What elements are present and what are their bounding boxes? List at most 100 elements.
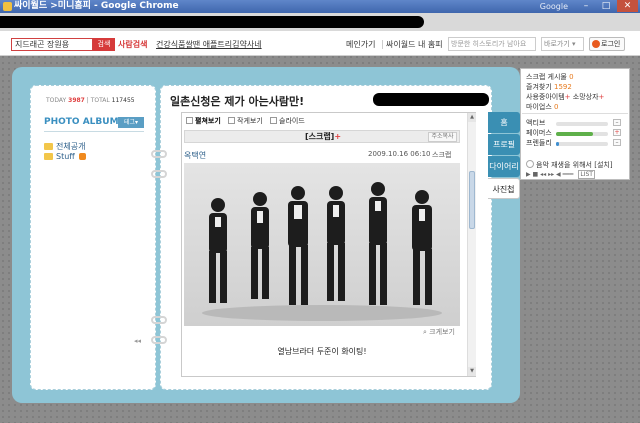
folder-icon <box>44 143 53 150</box>
zoom-label: 크게보기 <box>429 328 455 336</box>
music-notice: 음악 재생을 위해서 [설치] <box>526 160 613 170</box>
new-badge-icon <box>78 153 86 160</box>
scroll-up-icon[interactable]: ▲ <box>468 113 476 122</box>
binder-ring <box>151 170 167 178</box>
copy-address-button[interactable]: 주소복사 <box>428 132 457 142</box>
login-icon <box>592 40 600 48</box>
zoom-link[interactable]: ⌕ 크게보기 <box>423 327 455 337</box>
mypeople-stat[interactable]: 마이업스 0 <box>526 102 558 112</box>
maximize-button[interactable]: □ <box>596 0 616 12</box>
my-homepage-link[interactable]: 싸이월드 내 홈피 <box>386 38 443 51</box>
visit-counter: TODAY 3987 | TOTAL 117455 <box>46 97 135 104</box>
music-label: 음악 재생을 위해서 <box>536 161 592 169</box>
music-icon <box>526 160 534 168</box>
cyworld-icon <box>3 2 12 11</box>
folder-stuff[interactable]: Stuff <box>44 152 86 161</box>
view-mode-tabs: 펼쳐보기 작게보기 슬라이드 <box>186 116 310 126</box>
post-author[interactable]: 옥택연 <box>184 150 206 161</box>
stat-count: 0 <box>569 73 574 81</box>
search-button[interactable]: 검색 <box>93 38 115 51</box>
tab-label: 슬라이드 <box>279 117 305 125</box>
mood-bar-active <box>556 122 608 126</box>
tab-diary[interactable]: 다이어리 <box>488 156 520 177</box>
stat-count: 0 <box>554 103 559 111</box>
stat-label: 스크랩 게시물 <box>526 73 567 81</box>
mood-bar-friendly <box>556 142 608 146</box>
main-link[interactable]: 메인가기 <box>346 38 375 51</box>
grid-view-icon <box>228 117 235 124</box>
folder-label: Stuff <box>56 152 75 161</box>
title-bar: 싸이월드 >미니홈피 - Google Chrome Google – □ ✕ <box>0 0 640 13</box>
stat-label: 소망상자 <box>572 93 599 101</box>
mood-bar-famous <box>556 132 608 136</box>
mood-minus-button[interactable]: – <box>613 119 621 126</box>
mood-minus-button[interactable]: – <box>613 139 621 146</box>
today-label: TODAY <box>46 97 67 104</box>
mood-plus-button[interactable]: + <box>613 129 621 136</box>
scrap-tag: [스크랩] <box>304 132 335 141</box>
login-button[interactable]: 로그인 <box>589 37 625 51</box>
volume-icon[interactable]: ◀ ━━━ <box>556 171 573 178</box>
expand-view-icon <box>186 117 193 124</box>
post-photo[interactable] <box>184 163 460 326</box>
binder-ring <box>151 336 167 344</box>
redacted-name <box>373 93 489 106</box>
address-bar <box>0 13 640 31</box>
album-divider <box>44 131 144 132</box>
post-title: [스크랩]+ <box>185 131 461 143</box>
goto-select[interactable]: 바로가기 ▾ <box>541 37 584 51</box>
today-count: 3987 <box>68 97 85 104</box>
tag-button-label: 테그 <box>123 119 136 126</box>
window-title: 싸이월드 >미니홈피 - Google Chrome <box>14 1 179 11</box>
music-player: ▶ ■ ◂◂ ▸▸ ◀ ━━━ LIST <box>526 170 595 179</box>
music-install-link[interactable]: [설치] <box>594 161 612 169</box>
mood-label-famous: 페이머스 <box>526 129 552 137</box>
tab-small-view[interactable]: 작게보기 <box>228 116 263 126</box>
post-scrap-link[interactable]: 스크랩 <box>432 150 451 160</box>
tab-home[interactable]: 홈 <box>488 112 520 133</box>
stat-label: 사용중아이템 <box>526 93 565 101</box>
favorites-stat[interactable]: 즐겨찾기 1592 <box>526 82 572 92</box>
collapse-icon[interactable]: ◂◂ <box>134 337 141 345</box>
login-label: 로그인 <box>601 40 621 48</box>
stat-plus: + <box>564 93 571 101</box>
stat-label: 즐겨찾기 <box>526 83 552 91</box>
total-label: TOTAL <box>90 97 110 104</box>
slideshow-icon <box>270 117 277 124</box>
stat-count: 1592 <box>554 83 572 91</box>
scroll-down-icon[interactable]: ▼ <box>468 367 476 376</box>
tag-button[interactable]: 테그▾ <box>118 117 144 128</box>
items-stat[interactable]: 사용중아이템+ 소망상자+ <box>526 92 604 102</box>
minimize-button[interactable]: – <box>576 0 596 12</box>
play-icon[interactable]: ▶ <box>526 171 531 178</box>
people-search-link[interactable]: 사람검색 <box>118 38 147 51</box>
group-photo-image <box>202 182 442 321</box>
tab-label: 펼쳐보기 <box>195 117 221 125</box>
folder-public[interactable]: 전체공개 <box>44 141 85 152</box>
photo-album-title: PHOTO ALBUM <box>44 117 119 127</box>
scroll-thumb[interactable] <box>469 171 475 229</box>
tab-slideshow[interactable]: 슬라이드 <box>270 116 305 126</box>
stat-label: 마이업스 <box>526 103 552 111</box>
playlist-button[interactable]: LIST <box>578 170 595 179</box>
tab-label: 작게보기 <box>237 117 263 125</box>
close-button[interactable]: ✕ <box>617 0 638 12</box>
tab-profile[interactable]: 프로필 <box>488 134 520 155</box>
mood-fill <box>556 142 559 146</box>
tab-photo-album[interactable]: 사진첩 <box>488 178 520 199</box>
next-icon[interactable]: ▸▸ <box>548 171 554 178</box>
history-input[interactable]: 방문한 히스토리가 남아요 <box>448 37 536 51</box>
goto-select-label: 바로가기 <box>544 40 570 48</box>
tab-expand-view[interactable]: 펼쳐보기 <box>186 116 221 126</box>
top-toolbar: 지드래곤 장원용 검색 사람검색 건강식품쌀땐 애플트리김약사네 메인가기 싸이… <box>0 31 640 56</box>
search-input[interactable]: 지드래곤 장원용 <box>11 38 93 51</box>
stop-icon[interactable]: ■ <box>533 171 539 178</box>
content-scrollbar[interactable]: ▲ ▼ <box>467 113 476 376</box>
mood-label-friendly: 프렌들리 <box>526 139 552 147</box>
folder-label: 전체공개 <box>56 142 86 151</box>
prev-icon[interactable]: ◂◂ <box>540 171 546 178</box>
stat-plus: + <box>598 93 605 101</box>
ad-link[interactable]: 건강식품쌀땐 애플트리김약사네 <box>156 38 262 51</box>
post-title-bar: [스크랩]+ 주소복사 <box>184 130 460 143</box>
scrap-posts-stat[interactable]: 스크랩 게시물 0 <box>526 72 574 82</box>
